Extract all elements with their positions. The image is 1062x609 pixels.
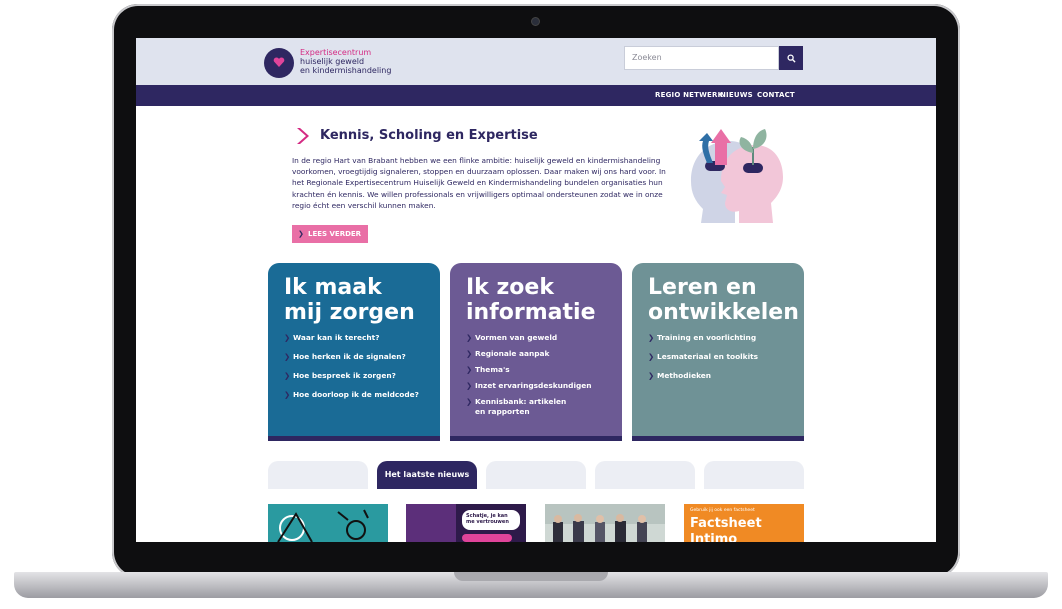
news-thumbnail-4[interactable]: Gebruik jij ook een factsheet Factsheet … (684, 504, 804, 542)
card-links: ❯ Training en voorlichting ❯ Lesmateriaal … (648, 333, 788, 390)
nav-item-nieuws[interactable]: NIEUWS (720, 91, 753, 99)
nav-item-regio-netwerk[interactable]: REGIO NETWERK (655, 91, 723, 99)
card-link-label: Lesmateriaal en toolkits (657, 352, 759, 361)
card-link-label: Regionale aanpak (475, 349, 550, 358)
card-ik-maak-mij-zorgen[interactable]: Ik maak mij zorgen ❯ Waar kan ik terecht?… (268, 263, 440, 441)
chevron-right-icon: ❯ (284, 371, 291, 380)
card-link[interactable]: ❯ Hoe bespreek ik zorgen? (284, 371, 424, 381)
card-link[interactable]: ❯ Thema's (466, 365, 606, 375)
card-bottom-bar (450, 436, 622, 441)
card-link-label: Waar kan ik terecht? (293, 333, 380, 342)
card-link[interactable]: ❯ Lesmateriaal en toolkits (648, 352, 788, 362)
search-input[interactable]: Zoeken (624, 46, 779, 70)
laptop-mockup: Expertisecentrum huiselijk geweld en kin… (0, 0, 1062, 609)
laptop-notch (454, 572, 608, 581)
chevron-right-icon (297, 128, 309, 144)
tab-1[interactable] (268, 461, 368, 489)
intro-text: In de regio Hart van Brabant hebben we e… (292, 156, 666, 210)
news-thumbnail-1[interactable] (268, 504, 388, 542)
chevron-right-icon: ❯ (648, 333, 655, 342)
card-link[interactable]: ❯ Waar kan ik terecht? (284, 333, 424, 343)
card-link[interactable]: ❯ Hoe herken ik de signalen? (284, 352, 424, 362)
card-link[interactable]: ❯ Methodieken (648, 371, 788, 381)
card-link-label: Hoe bespreek ik zorgen? (293, 371, 396, 380)
factsheet-banner: Gebruik jij ook een factsheet (690, 508, 755, 513)
chevron-right-icon: ❯ (284, 390, 291, 399)
search-button[interactable] (779, 46, 803, 70)
intro-title: Kennis, Scholing en Expertise (320, 128, 538, 143)
card-links: ❯ Waar kan ik terecht? ❯ Hoe herken ik de … (284, 333, 424, 409)
chevron-right-icon: ❯ (298, 230, 304, 238)
logo-line-3[interactable]: en kindermishandeling (300, 66, 391, 75)
tab-het-laatste-nieuws[interactable]: Het laatste nieuws (377, 461, 477, 489)
card-link[interactable]: ❯ Hoe doorloop ik de meldcode? (284, 390, 424, 400)
chevron-right-icon: ❯ (648, 371, 655, 380)
card-link-label: Hoe doorloop ik de meldcode? (293, 390, 419, 399)
card-bottom-bar (268, 436, 440, 441)
card-title: Ik maak mij zorgen (284, 275, 415, 325)
card-link-label: Hoe herken ik de signalen? (293, 352, 406, 361)
site-header (136, 38, 936, 85)
tab-5[interactable] (704, 461, 804, 489)
card-title: Ik zoek informatie (466, 275, 596, 325)
main-nav: REGIO NETWERK NIEUWS CONTACT (136, 85, 936, 106)
card-link[interactable]: ❯ Kennisbank: artikelen en rapporten (466, 397, 576, 417)
poster-block (406, 504, 456, 542)
chevron-right-icon: ❯ (466, 381, 473, 390)
card-link[interactable]: ❯ Regionale aanpak (466, 349, 606, 359)
card-link-label: Inzet ervaringsdeskundigen (475, 381, 592, 390)
factsheet-subtitle: Intimo (690, 532, 738, 542)
card-link-label: Thema's (475, 365, 510, 374)
card-title: Leren en ontwikkelen (648, 275, 799, 325)
chevron-right-icon: ❯ (284, 333, 291, 342)
card-leren-en-ontwikkelen[interactable]: Leren en ontwikkelen ❯ Training en voorli… (632, 263, 804, 441)
card-link-label: Methodieken (657, 371, 712, 380)
drawing-illustration (277, 509, 369, 542)
read-more-label: LEES VERDER (308, 230, 362, 238)
card-bottom-bar (632, 436, 804, 441)
group-photo (545, 504, 665, 542)
card-title-line-2: informatie (466, 300, 596, 325)
card-link-label: Kennisbank: artikelen en rapporten (475, 397, 567, 416)
card-links: ❯ Vormen van geweld ❯ Regionale aanpak ❯ Th… (466, 333, 606, 423)
laptop-camera (531, 17, 540, 26)
chevron-right-icon: ❯ (466, 397, 473, 406)
speech-bubble: Schatje, je kan me vertrouwen (462, 510, 520, 530)
card-link-label: Training en voorlichting (657, 333, 757, 342)
chevron-right-icon: ❯ (284, 352, 291, 361)
card-title-line-2: mij zorgen (284, 300, 415, 325)
card-link[interactable]: ❯ Training en voorlichting (648, 333, 788, 343)
card-link-label: Vormen van geweld (475, 333, 558, 342)
chevron-right-icon: ❯ (466, 349, 473, 358)
card-link[interactable]: ❯ Inzet ervaringsdeskundigen (466, 381, 606, 391)
card-title-line-1: Ik maak (284, 275, 382, 300)
bubble-text-2: me vertrouwen (466, 519, 509, 525)
news-thumbnail-3[interactable] (545, 504, 665, 542)
news-thumbnail-2[interactable]: Schatje, je kan me vertrouwen (406, 504, 526, 542)
chevron-right-icon: ❯ (648, 352, 655, 361)
logo-line-1[interactable]: Expertisecentrum (300, 48, 371, 57)
chevron-right-icon: ❯ (466, 333, 473, 342)
read-more-button[interactable]: ❯ LEES VERDER (292, 225, 368, 243)
card-ik-zoek-informatie[interactable]: Ik zoek informatie ❯ Vormen van geweld ❯ R… (450, 263, 622, 441)
card-title-line-1: Ik zoek (466, 275, 554, 300)
factsheet-title: Factsheet (690, 516, 762, 531)
chevron-right-icon: ❯ (466, 365, 473, 374)
nav-item-contact[interactable]: CONTACT (757, 91, 795, 99)
card-link[interactable]: ❯ Vormen van geweld (466, 333, 606, 343)
heads-illustration (691, 129, 783, 223)
card-title-line-2: ontwikkelen (648, 300, 799, 325)
pink-bar (462, 534, 512, 542)
card-title-line-1: Leren en (648, 275, 757, 300)
search-icon (786, 53, 796, 63)
tab-4[interactable] (595, 461, 695, 489)
heart-icon (273, 57, 285, 67)
tab-3[interactable] (486, 461, 586, 489)
website-screen: Expertisecentrum huiselijk geweld en kin… (136, 38, 936, 542)
logo-line-2[interactable]: huiselijk geweld (300, 57, 364, 66)
